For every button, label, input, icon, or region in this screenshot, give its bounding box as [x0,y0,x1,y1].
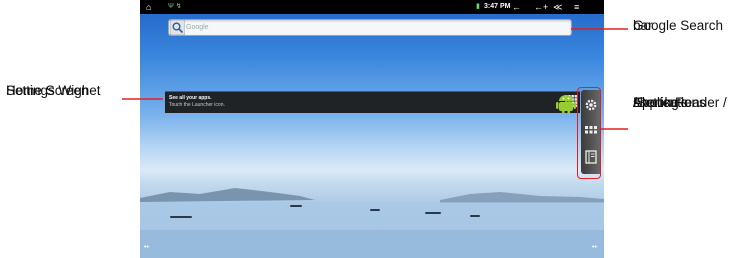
callout-lines [122,28,628,130]
